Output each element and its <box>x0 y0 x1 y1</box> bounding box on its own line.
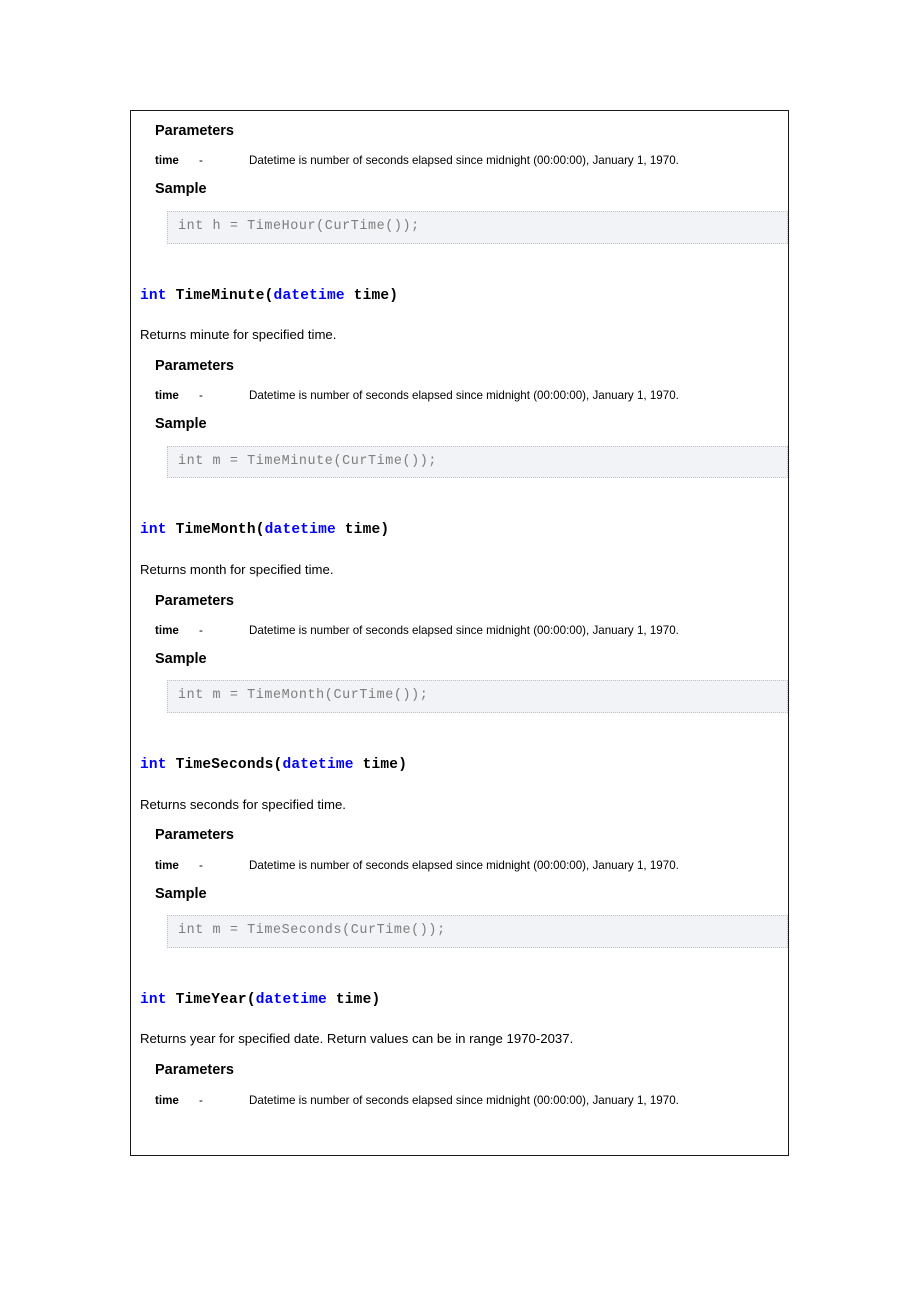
argument-name: time <box>326 991 372 1008</box>
sample-heading: Sample <box>155 651 207 668</box>
close-paren: ) <box>389 287 399 304</box>
parameter-description: Datetime is number of seconds elapsed si… <box>249 1093 679 1107</box>
sample-heading: Sample <box>155 416 207 433</box>
function-signature-timeminute: int TimeMinute(datetime time) <box>131 288 788 305</box>
parameters-heading: Parameters <box>155 1062 234 1079</box>
parameter-name: time <box>155 623 179 637</box>
parameter-dash: - <box>199 154 203 168</box>
return-type: int <box>140 757 167 774</box>
function-name: TimeYear <box>175 991 247 1008</box>
parameter-dash: - <box>199 1093 203 1107</box>
return-type: int <box>140 287 167 304</box>
content-frame: Parameters time - Datetime is number of se… <box>130 110 789 1156</box>
parameter-name: time <box>155 389 179 403</box>
parameter-row: time - Datetime is number of seconds elaps… <box>131 1093 788 1108</box>
sample-heading: Sample <box>155 885 207 902</box>
open-paren: ( <box>246 991 256 1008</box>
parameter-dash: - <box>199 389 203 403</box>
parameters-heading: Parameters <box>155 357 234 374</box>
parameter-name: time <box>155 1093 179 1107</box>
open-paren: ( <box>255 522 265 539</box>
return-type: int <box>140 991 167 1008</box>
argument-name: time <box>353 757 399 774</box>
frame-inner: Parameters time - Datetime is number of se… <box>131 111 788 1155</box>
argument-name: time <box>344 287 390 304</box>
document-page: Parameters time - Datetime is number of se… <box>0 0 920 1302</box>
parameter-description: Datetime is number of seconds elapsed si… <box>249 389 679 403</box>
code-sample: int h = TimeHour(CurTime()); <box>167 210 788 244</box>
function-description: Returns month for specified time. <box>140 561 334 577</box>
parameter-row: time - Datetime is number of seconds elaps… <box>131 858 788 873</box>
close-paren: ) <box>371 991 381 1008</box>
function-signature-timemonth: int TimeMonth(datetime time) <box>131 522 788 539</box>
return-type: int <box>140 522 167 539</box>
parameters-heading: Parameters <box>155 123 234 139</box>
parameter-name: time <box>155 858 179 872</box>
parameter-row: time - Datetime is number of seconds elaps… <box>131 623 788 638</box>
argument-type: datetime <box>282 757 354 774</box>
code-sample: int m = TimeMinute(CurTime()); <box>167 445 788 479</box>
code-sample: int m = TimeSeconds(CurTime()); <box>167 915 788 948</box>
parameter-description: Datetime is number of seconds elapsed si… <box>249 858 679 872</box>
parameter-dash: - <box>199 623 203 637</box>
argument-name: time <box>335 522 381 539</box>
parameter-row: time - Datetime is number of seconds elaps… <box>131 153 788 168</box>
parameter-name: time <box>155 154 179 168</box>
open-paren: ( <box>264 287 274 304</box>
function-description: Returns year for specified date. Return … <box>140 1031 574 1047</box>
parameters-heading: Parameters <box>155 592 234 609</box>
sample-heading: Sample <box>155 181 207 198</box>
code-sample: int m = TimeMonth(CurTime()); <box>167 680 788 714</box>
function-signature-timeseconds: int TimeSeconds(datetime time) <box>131 757 788 774</box>
argument-type: datetime <box>255 991 327 1008</box>
parameter-row: time - Datetime is number of seconds elaps… <box>131 388 788 403</box>
parameter-dash: - <box>199 858 203 872</box>
function-name: TimeMonth <box>175 522 256 539</box>
close-paren: ) <box>380 522 390 539</box>
parameter-description: Datetime is number of seconds elapsed si… <box>249 623 679 637</box>
close-paren: ) <box>398 757 408 774</box>
function-name: TimeMinute <box>175 287 265 304</box>
function-signature-timeyear: int TimeYear(datetime time) <box>131 992 788 1009</box>
function-name: TimeSeconds <box>175 757 274 774</box>
argument-type: datetime <box>273 287 345 304</box>
argument-type: datetime <box>264 522 336 539</box>
parameters-heading: Parameters <box>155 827 234 844</box>
function-description: Returns minute for specified time. <box>140 326 337 342</box>
function-description: Returns seconds for specified time. <box>140 796 346 812</box>
parameter-description: Datetime is number of seconds elapsed si… <box>249 154 679 168</box>
